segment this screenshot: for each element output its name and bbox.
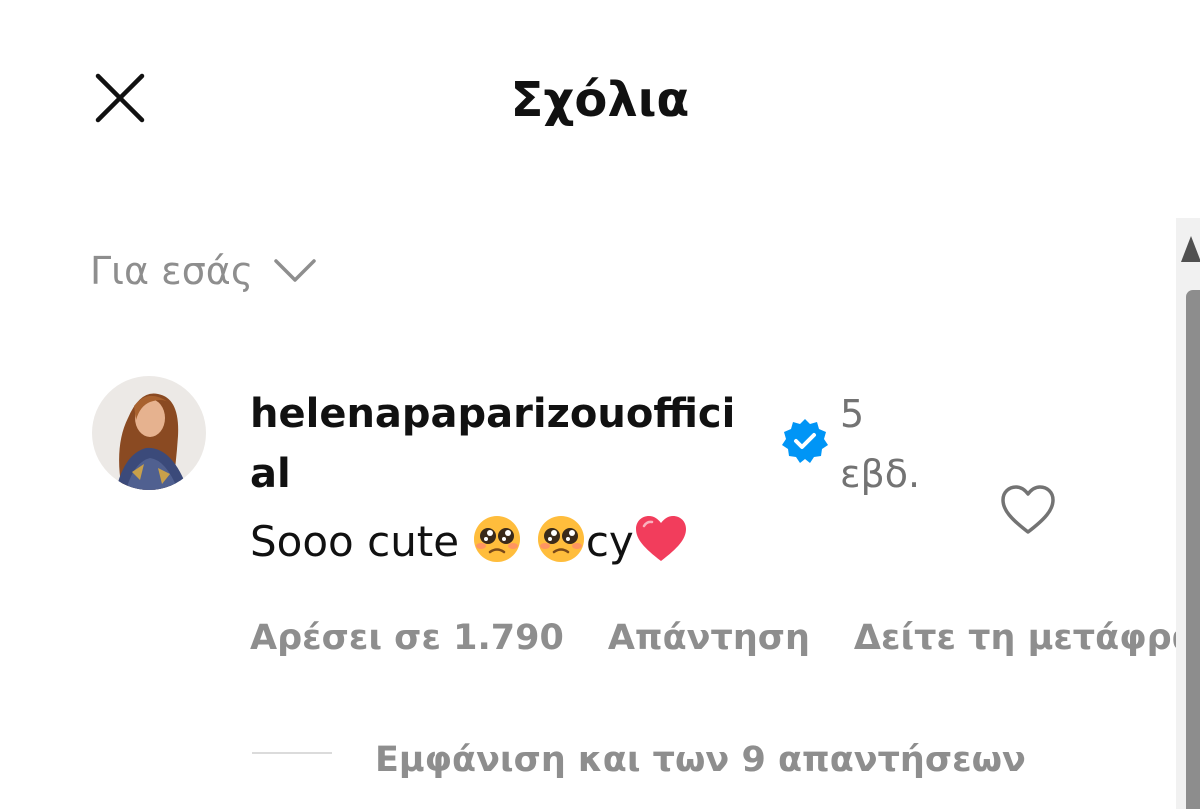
comment-text-part: Sooo cute — [250, 517, 460, 566]
red-heart-emoji — [635, 516, 686, 561]
scrollbar-thumb[interactable] — [1186, 290, 1200, 809]
scroll-up-arrow-icon[interactable] — [1181, 236, 1200, 262]
likes-count-link[interactable]: Αρέσει σε 1.790 — [250, 612, 564, 664]
comment-timestamp: 5 εβδ. — [840, 392, 921, 496]
verified-badge-icon — [782, 419, 828, 463]
pleading-face-emoji — [474, 516, 521, 562]
avatar[interactable] — [92, 376, 206, 490]
replies-divider — [252, 752, 332, 754]
comment-text-part: cy — [585, 517, 634, 566]
reply-button[interactable]: Απάντηση — [608, 612, 810, 664]
sort-label: Για εσάς — [90, 249, 254, 293]
like-button[interactable] — [994, 480, 1062, 540]
heart-outline-icon — [1001, 485, 1055, 534]
pleading-face-emoji — [537, 516, 584, 562]
show-replies-button[interactable]: Εμφάνιση και των 9 απαντήσεων — [375, 734, 1026, 786]
see-translation-link[interactable]: Δείτε τη μετάφραση — [854, 612, 1180, 664]
comment-text: Sooo cute cy — [250, 514, 688, 570]
comment-actions: Αρέσει σε 1.790 Απάντηση Δείτε τη μετάφρασ… — [250, 612, 1180, 664]
comment-username[interactable]: helenapaparizouofficial — [250, 384, 760, 504]
page-title: Σχόλια — [510, 72, 690, 128]
chevron-down-icon — [273, 258, 317, 284]
sort-dropdown[interactable]: Για εσάς — [90, 246, 317, 296]
